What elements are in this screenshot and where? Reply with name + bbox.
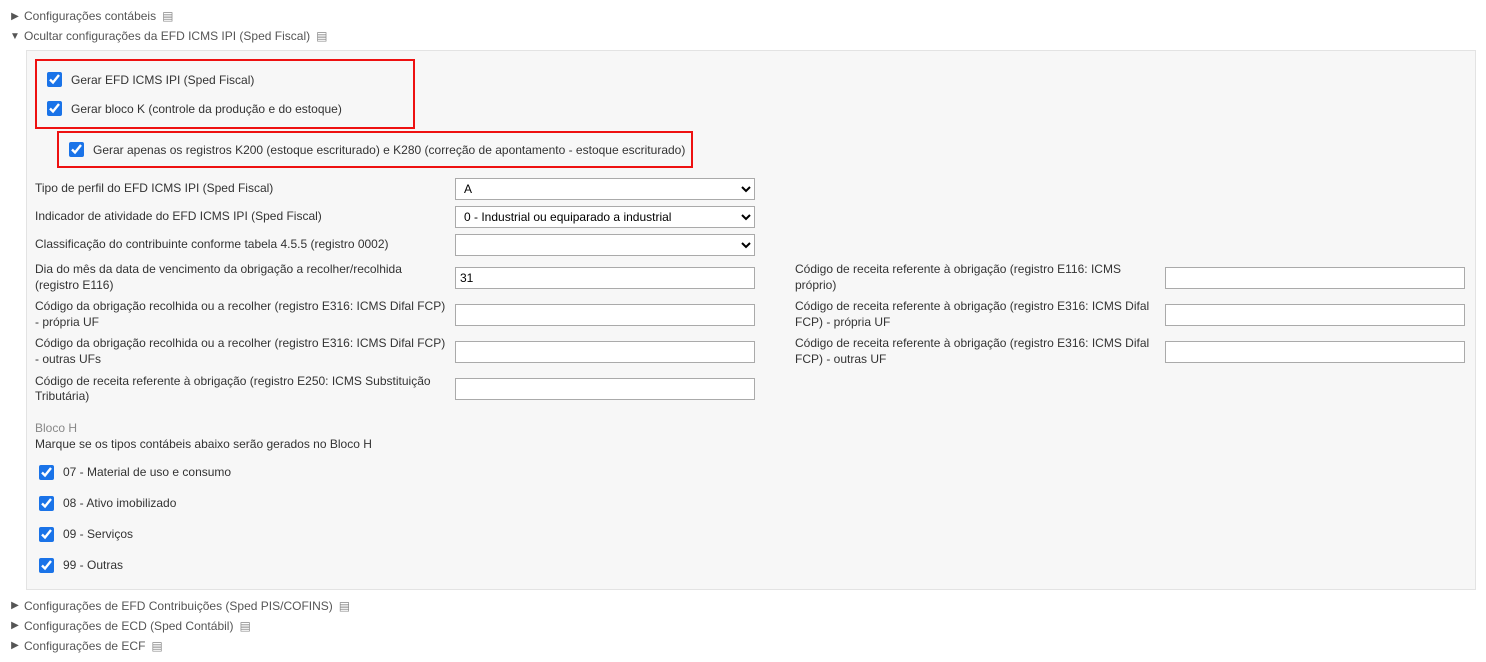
checkbox-label: Gerar bloco K (controle da produção e do… xyxy=(71,102,342,116)
doc-icon: ▤ xyxy=(239,619,250,633)
checkbox-label: 09 - Serviços xyxy=(63,527,133,541)
checkbox-label: 08 - Ativo imobilizado xyxy=(63,496,176,510)
checkbox-label: Gerar EFD ICMS IPI (Sped Fiscal) xyxy=(71,73,254,87)
section-label: Configurações de EFD Contribuições (Sped… xyxy=(24,599,333,613)
section-label: Configurações de ECD (Sped Contábil) xyxy=(24,619,233,633)
label-cod-receita-e316-outras: Código de receita referente à obrigação … xyxy=(795,336,1165,367)
label-tipo-perfil: Tipo de perfil do EFD ICMS IPI (Sped Fis… xyxy=(35,181,455,197)
section-label: Configurações contábeis xyxy=(24,9,156,23)
input-cod-obrig-e316-outras[interactable] xyxy=(455,341,755,363)
checkbox-gerar-bloco-k[interactable] xyxy=(47,101,62,116)
input-dia-vencimento[interactable] xyxy=(455,267,755,289)
section-efd-icms-ipi[interactable]: ▼ Ocultar configurações da EFD ICMS IPI … xyxy=(10,26,1476,46)
highlight-box-2: Gerar apenas os registros K200 (estoque … xyxy=(57,131,693,168)
bloco-h-list: 07 - Material de uso e consumo 08 - Ativ… xyxy=(35,457,1467,581)
section-ecd[interactable]: ▶ Configurações de ECD (Sped Contábil) ▤ xyxy=(10,616,1476,636)
input-cod-receita-e316-outras[interactable] xyxy=(1165,341,1465,363)
bloco-h-note: Marque se os tipos contábeis abaixo serã… xyxy=(35,437,1467,451)
doc-icon: ▤ xyxy=(162,9,173,23)
checkbox-gerar-k200-k280[interactable] xyxy=(69,142,84,157)
chevron-right-icon: ▶ xyxy=(10,600,20,611)
label-cod-receita-e250: Código de receita referente à obrigação … xyxy=(35,374,455,405)
section-ecf[interactable]: ▶ Configurações de ECF ▤ xyxy=(10,636,1476,656)
doc-icon: ▤ xyxy=(316,29,327,43)
efd-icms-ipi-panel: Gerar EFD ICMS IPI (Sped Fiscal) Gerar b… xyxy=(26,50,1476,590)
checkbox-label: 99 - Outras xyxy=(63,558,123,572)
label-dia-vencimento: Dia do mês da data de vencimento da obri… xyxy=(35,262,455,293)
label-cod-obrig-e316-propria: Código da obrigação recolhida ou a recol… xyxy=(35,299,455,330)
select-tipo-perfil[interactable]: A xyxy=(455,178,755,200)
checkbox-gerar-efd[interactable] xyxy=(47,72,62,87)
section-label: Configurações de ECF xyxy=(24,639,145,653)
label-classif-contribuinte: Classificação do contribuinte conforme t… xyxy=(35,237,455,253)
checkbox-label: 07 - Material de uso e consumo xyxy=(63,465,231,479)
checkbox-bh-09[interactable] xyxy=(39,527,54,542)
label-indicador-atividade: Indicador de atividade do EFD ICMS IPI (… xyxy=(35,209,455,225)
doc-icon: ▤ xyxy=(339,599,350,613)
input-cod-receita-e116[interactable] xyxy=(1165,267,1465,289)
chevron-right-icon: ▶ xyxy=(10,11,20,22)
section-config-contabeis[interactable]: ▶ Configurações contábeis ▤ xyxy=(10,6,1476,26)
checkbox-bh-08[interactable] xyxy=(39,496,54,511)
label-cod-receita-e316-propria: Código de receita referente à obrigação … xyxy=(795,299,1165,330)
checkbox-bh-07[interactable] xyxy=(39,465,54,480)
form-grid: Tipo de perfil do EFD ICMS IPI (Sped Fis… xyxy=(35,178,1467,405)
chevron-right-icon: ▶ xyxy=(10,620,20,631)
checkbox-bh-99[interactable] xyxy=(39,558,54,573)
input-cod-receita-e250[interactable] xyxy=(455,378,755,400)
highlight-box-1: Gerar EFD ICMS IPI (Sped Fiscal) Gerar b… xyxy=(35,59,415,129)
label-cod-obrig-e316-outras: Código da obrigação recolhida ou a recol… xyxy=(35,336,455,367)
bloco-h-title: Bloco H xyxy=(35,421,1467,435)
doc-icon: ▤ xyxy=(151,639,162,653)
section-label: Ocultar configurações da EFD ICMS IPI (S… xyxy=(24,29,310,43)
label-cod-receita-e116: Código de receita referente à obrigação … xyxy=(795,262,1165,293)
input-cod-receita-e316-propria[interactable] xyxy=(1165,304,1465,326)
input-cod-obrig-e316-propria[interactable] xyxy=(455,304,755,326)
chevron-right-icon: ▶ xyxy=(10,640,20,651)
select-classif-contribuinte[interactable] xyxy=(455,234,755,256)
chevron-down-icon: ▼ xyxy=(10,31,20,42)
section-efd-contrib[interactable]: ▶ Configurações de EFD Contribuições (Sp… xyxy=(10,596,1476,616)
checkbox-label: Gerar apenas os registros K200 (estoque … xyxy=(93,143,685,157)
select-indicador-atividade[interactable]: 0 - Industrial ou equiparado a industria… xyxy=(455,206,755,228)
